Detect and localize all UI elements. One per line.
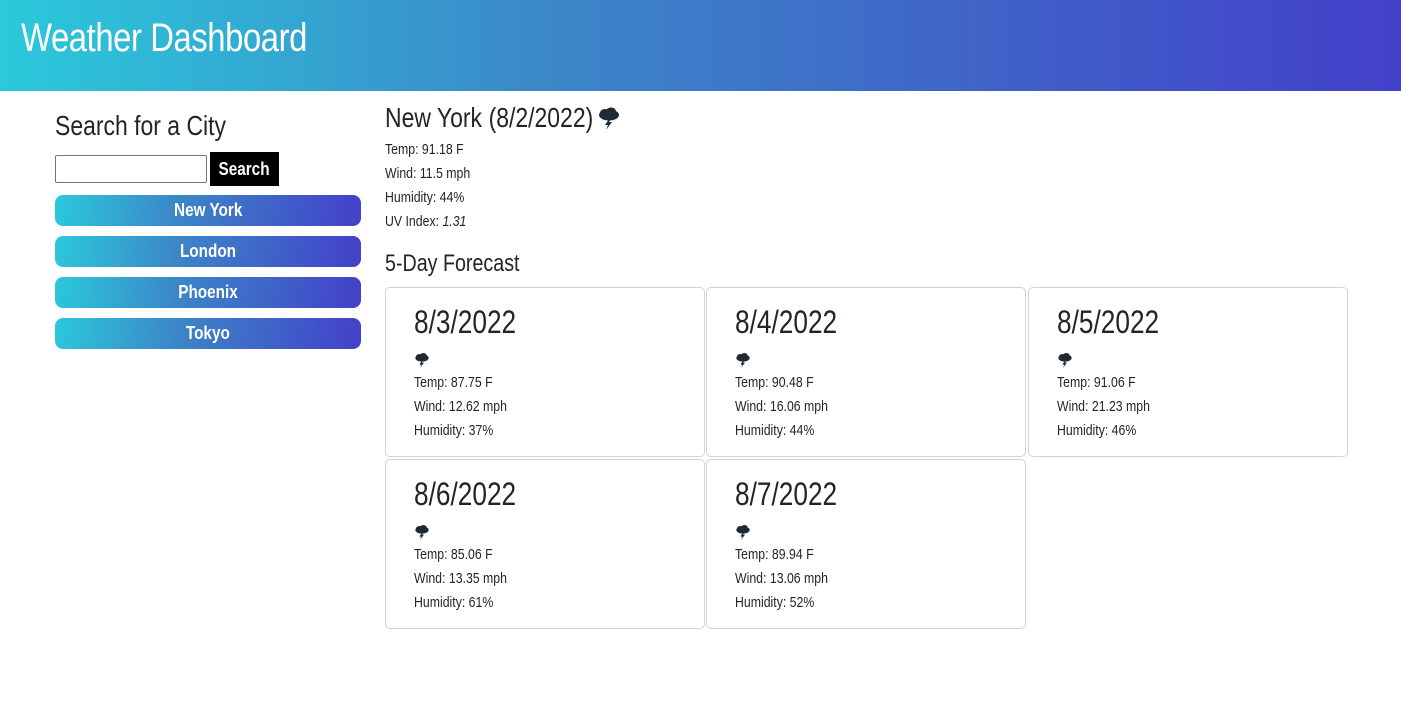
forecast-info: Temp: 91.06 F Wind: 21.23 mph Humidity: … — [1057, 371, 1170, 443]
search-heading: Search for a City — [55, 110, 226, 141]
forecast-humidity: Humidity: 61% — [414, 594, 494, 611]
forecast-humidity: Humidity: 44% — [735, 422, 815, 439]
forecast-humidity: Humidity: 37% — [414, 422, 494, 439]
thunderstorm-icon — [1058, 353, 1072, 368]
thunderstorm-icon — [736, 353, 750, 368]
search-history-list: New York London Phoenix Tokyo — [55, 195, 361, 349]
forecast-date: 8/7/2022 — [735, 476, 838, 512]
forecast-temp: Temp: 91.06 F — [1057, 374, 1136, 391]
thunderstorm-icon — [415, 353, 429, 368]
forecast-info: Temp: 85.06 F Wind: 13.35 mph Humidity: … — [414, 543, 527, 615]
uv-value: 1.31 — [442, 213, 467, 230]
city-button-label: Phoenix — [178, 282, 238, 302]
current-wind: Wind: 11.5 mph — [385, 165, 471, 182]
city-search-input[interactable] — [55, 155, 207, 183]
forecast-wind: Wind: 13.06 mph — [735, 570, 828, 587]
forecast-card: 8/5/2022 Temp: 91.06 F Wind: 21.23 mph H… — [1028, 287, 1348, 457]
current-uv-index: UV Index: 1.31 — [385, 210, 1176, 234]
forecast-temp: Temp: 87.75 F — [414, 374, 493, 391]
forecast-humidity: Humidity: 46% — [1057, 422, 1137, 439]
search-button[interactable]: Search — [210, 152, 279, 186]
city-button-tokyo[interactable]: Tokyo — [55, 318, 361, 349]
forecast-card: 8/4/2022 Temp: 90.48 F Wind: 16.06 mph H… — [706, 287, 1026, 457]
thunderstorm-icon — [598, 107, 619, 130]
forecast-heading: 5-Day Forecast — [385, 250, 520, 277]
app-title: Weather Dashboard — [21, 16, 307, 60]
forecast-temp: Temp: 89.94 F — [735, 546, 814, 563]
city-button-label: London — [179, 241, 237, 261]
thunderstorm-icon — [736, 525, 750, 540]
forecast-card: 8/3/2022 Temp: 87.75 F Wind: 12.62 mph H… — [385, 287, 705, 457]
forecast-humidity: Humidity: 52% — [735, 594, 815, 611]
current-date: (8/2/2022) — [488, 102, 594, 133]
current-temp: Temp: 91.18 F — [385, 141, 464, 158]
forecast-info: Temp: 89.94 F Wind: 13.06 mph Humidity: … — [735, 543, 848, 615]
search-form: Search — [55, 152, 361, 186]
forecast-date: 8/3/2022 — [414, 304, 517, 340]
forecast-temp: Temp: 85.06 F — [414, 546, 493, 563]
forecast-wind: Wind: 12.62 mph — [414, 398, 507, 415]
search-button-label: Search — [218, 158, 271, 179]
current-weather-title: New York (8/2/2022) — [385, 98, 1350, 138]
forecast-wind: Wind: 13.35 mph — [414, 570, 507, 587]
forecast-info: Temp: 90.48 F Wind: 16.06 mph Humidity: … — [735, 371, 848, 443]
search-sidebar: Search for a City Search New York London… — [55, 110, 361, 359]
forecast-card: 8/6/2022 Temp: 85.06 F Wind: 13.35 mph H… — [385, 459, 705, 629]
city-button-london[interactable]: London — [55, 236, 361, 267]
app-header: Weather Dashboard — [0, 0, 1401, 91]
city-button-label: New York — [173, 200, 243, 220]
forecast-date: 8/5/2022 — [1057, 304, 1160, 340]
city-button-label: Tokyo — [186, 323, 230, 343]
current-title-text: New York (8/2/2022) — [385, 100, 593, 136]
forecast-info: Temp: 87.75 F Wind: 12.62 mph Humidity: … — [414, 371, 527, 443]
city-button-phoenix[interactable]: Phoenix — [55, 277, 361, 308]
current-weather-stats: Temp: 91.18 F Wind: 11.5 mph Humidity: 4… — [385, 138, 1350, 234]
city-button-new-york[interactable]: New York — [55, 195, 361, 226]
forecast-date: 8/4/2022 — [735, 304, 838, 340]
weather-main: New York (8/2/2022) Temp: 91.18 F Wind: 1… — [385, 98, 1350, 629]
forecast-wind: Wind: 16.06 mph — [735, 398, 828, 415]
uv-label: UV Index: — [385, 213, 440, 230]
current-humidity: Humidity: 44% — [385, 189, 465, 206]
forecast-temp: Temp: 90.48 F — [735, 374, 814, 391]
forecast-date: 8/6/2022 — [414, 476, 517, 512]
forecast-card: 8/7/2022 Temp: 89.94 F Wind: 13.06 mph H… — [706, 459, 1026, 629]
forecast-wind: Wind: 21.23 mph — [1057, 398, 1150, 415]
thunderstorm-icon — [415, 525, 429, 540]
current-city-name: New York — [385, 102, 483, 133]
